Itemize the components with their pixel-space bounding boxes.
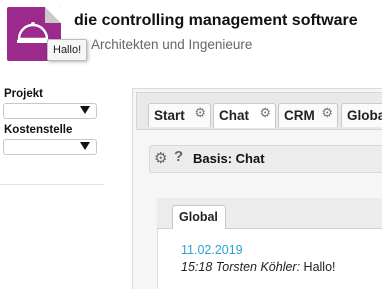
app-subtitle: Architekten und Ingenieure [91,37,253,52]
gear-icon[interactable]: ⚙ [259,105,271,121]
tab-start[interactable]: Start ⚙ [148,103,211,127]
tab-label: Chat [219,108,249,123]
tab-crm[interactable]: CRM ⚙ [278,103,338,127]
tab-chat-global[interactable]: Global [172,205,226,229]
tab-global[interactable]: Globa [341,103,382,127]
projekt-label: Projekt [4,88,43,100]
gear-icon[interactable]: ⚙ [194,105,206,121]
tab-chat[interactable]: Chat ⚙ [213,103,276,128]
tab-label: CRM [284,108,315,123]
section-header [149,145,382,173]
gear-icon[interactable]: ⚙ [154,149,167,167]
kostenstelle-select[interactable] [3,139,97,155]
chevron-down-icon [80,142,90,150]
tab-label: Globa [347,108,382,123]
chat-message: 15:18 Torsten Köhler: Hallo! [181,260,336,274]
tab-label: Start [154,108,185,123]
app-title: die controlling management software [74,12,358,29]
tooltip: Hallo! [47,39,88,61]
kostenstelle-label: Kostenstelle [4,124,73,136]
projekt-select[interactable] [3,103,97,119]
gear-icon[interactable]: ⚙ [321,105,333,121]
message-text: Hallo! [303,260,336,274]
message-date: 11.02.2019 [181,243,243,257]
message-meta: 15:18 Torsten Köhler: [181,260,301,274]
section-title: Basis: Chat [193,151,265,166]
service-bell-icon [17,22,49,43]
chevron-down-icon [80,106,90,114]
sidebar-divider [0,184,104,185]
chat-tab-label: Global [179,210,218,224]
help-icon[interactable]: ? [174,148,183,165]
